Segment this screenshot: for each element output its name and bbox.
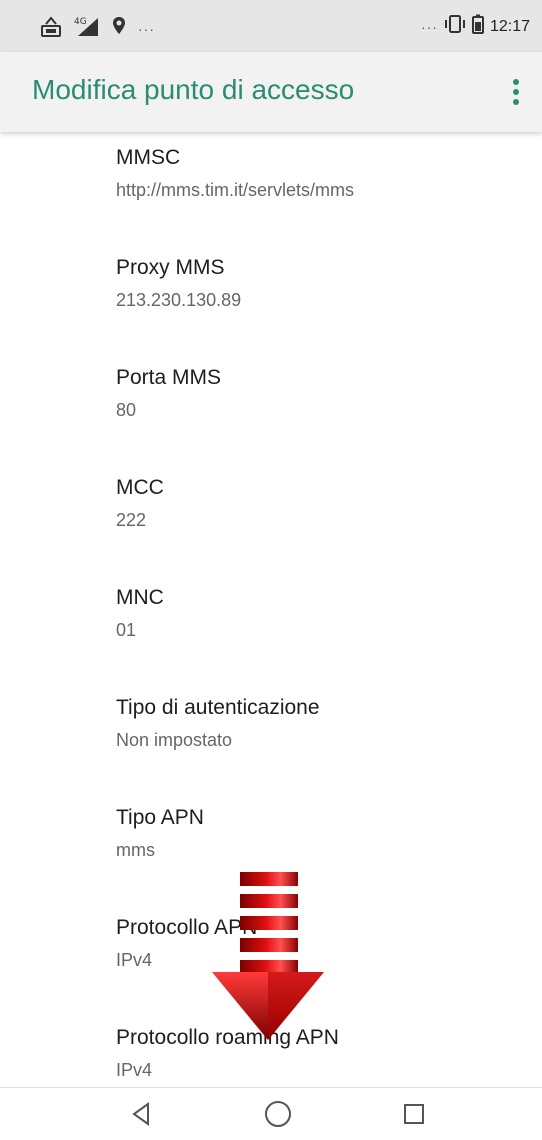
setting-proxy-mms[interactable]: Proxy MMS 213.230.130.89 — [116, 256, 241, 311]
vibrate-icon — [444, 14, 466, 39]
navigation-bar — [0, 1087, 542, 1140]
more-status-icon: ··· — [420, 18, 438, 35]
setting-mmsc[interactable]: MMSC http://mms.tim.it/servlets/mms — [116, 146, 354, 201]
app-bar: Modifica punto di accesso — [0, 52, 542, 132]
setting-value: http://mms.tim.it/servlets/mms — [116, 180, 355, 200]
status-bar-right: ··· 12:17 — [421, 14, 530, 39]
svg-text:4G: 4G — [74, 17, 87, 27]
setting-mnc[interactable]: MNC 01 — [116, 586, 164, 641]
setting-label: Porta MMS — [116, 366, 222, 389]
setting-value: 01 — [116, 620, 137, 640]
setting-label: Tipo di autenticazione — [116, 696, 320, 719]
setting-mcc[interactable]: MCC 222 — [116, 476, 164, 531]
setting-label: MMSC — [116, 146, 181, 169]
setting-value: mms — [116, 840, 155, 860]
setting-label: MNC — [116, 586, 164, 609]
setting-label: MCC — [116, 476, 164, 499]
status-bar: 4G ··· ··· 12:17 — [0, 0, 542, 52]
home-icon[interactable] — [262, 1098, 294, 1130]
setting-label: Proxy MMS — [116, 256, 225, 279]
recents-icon[interactable] — [398, 1098, 430, 1130]
setting-value: 222 — [116, 510, 147, 530]
setting-porta-mms[interactable]: Porta MMS 80 — [116, 366, 221, 421]
back-icon[interactable] — [126, 1098, 158, 1130]
status-time: 12:17 — [489, 17, 530, 35]
volte-icon — [40, 14, 62, 43]
setting-tipo-apn[interactable]: Tipo APN mms — [116, 806, 204, 861]
signal-4g-icon: 4G — [74, 15, 100, 42]
status-bar-left: 4G ··· — [40, 14, 155, 43]
battery-icon — [471, 14, 484, 39]
more-notifications-icon: ··· — [138, 20, 155, 37]
scroll-down-arrow-icon — [212, 872, 324, 1044]
setting-value: IPv4 — [116, 1060, 153, 1080]
setting-value: 80 — [116, 400, 137, 420]
setting-value: Non impostato — [116, 730, 233, 750]
page-title: Modifica punto di accesso — [32, 74, 355, 105]
setting-label: Tipo APN — [116, 806, 204, 829]
more-vert-icon[interactable] — [508, 72, 524, 112]
setting-value: 213.230.130.89 — [116, 290, 242, 310]
location-icon — [112, 16, 126, 41]
setting-tipo-autenticazione[interactable]: Tipo di autenticazione Non impostato — [116, 696, 320, 751]
